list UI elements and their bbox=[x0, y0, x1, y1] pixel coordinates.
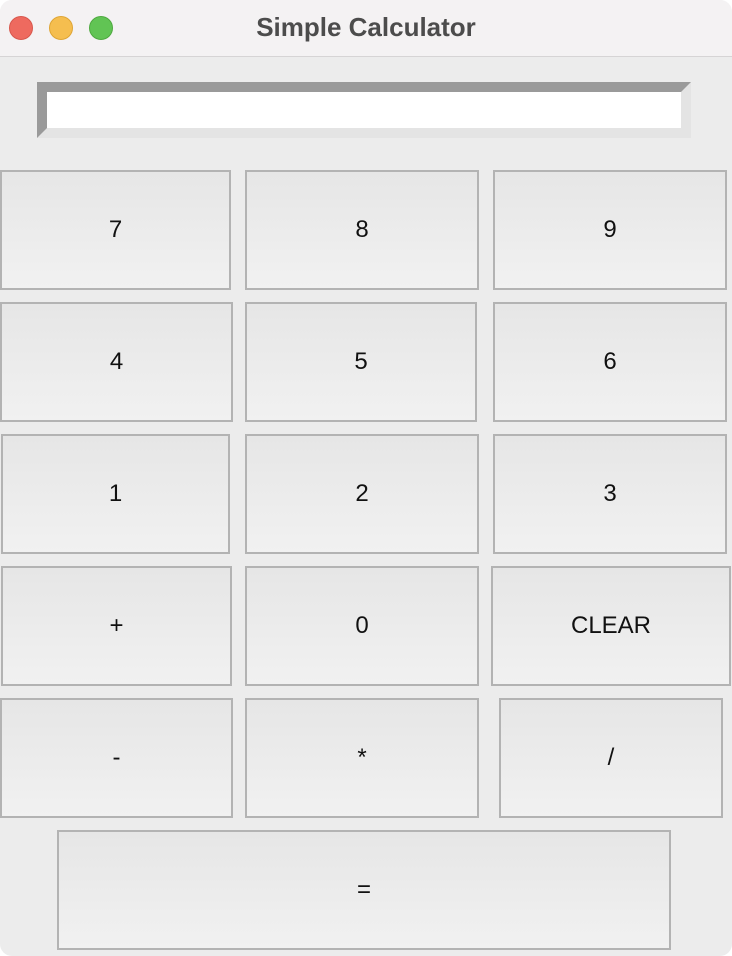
key-2-button[interactable]: 2 bbox=[245, 434, 479, 554]
key-7-button[interactable]: 7 bbox=[0, 170, 231, 290]
plus-button[interactable]: + bbox=[1, 566, 232, 686]
calculator-window: Simple Calculator 7 8 9 4 5 6 1 2 3 + 0 … bbox=[0, 0, 732, 956]
minus-button[interactable]: - bbox=[0, 698, 233, 818]
key-1-button[interactable]: 1 bbox=[1, 434, 230, 554]
key-0-button[interactable]: 0 bbox=[245, 566, 479, 686]
clear-button[interactable]: CLEAR bbox=[491, 566, 731, 686]
key-5-button[interactable]: 5 bbox=[245, 302, 477, 422]
equals-button[interactable]: = bbox=[57, 830, 671, 950]
key-9-button[interactable]: 9 bbox=[493, 170, 727, 290]
key-4-button[interactable]: 4 bbox=[0, 302, 233, 422]
key-3-button[interactable]: 3 bbox=[493, 434, 727, 554]
key-6-button[interactable]: 6 bbox=[493, 302, 727, 422]
window-title: Simple Calculator bbox=[256, 12, 476, 42]
calculator-display[interactable] bbox=[37, 82, 691, 138]
title-bar[interactable]: Simple Calculator bbox=[0, 0, 732, 57]
key-8-button[interactable]: 8 bbox=[245, 170, 479, 290]
display-input[interactable] bbox=[47, 92, 681, 128]
divide-button[interactable]: / bbox=[499, 698, 723, 818]
multiply-button[interactable]: * bbox=[245, 698, 479, 818]
